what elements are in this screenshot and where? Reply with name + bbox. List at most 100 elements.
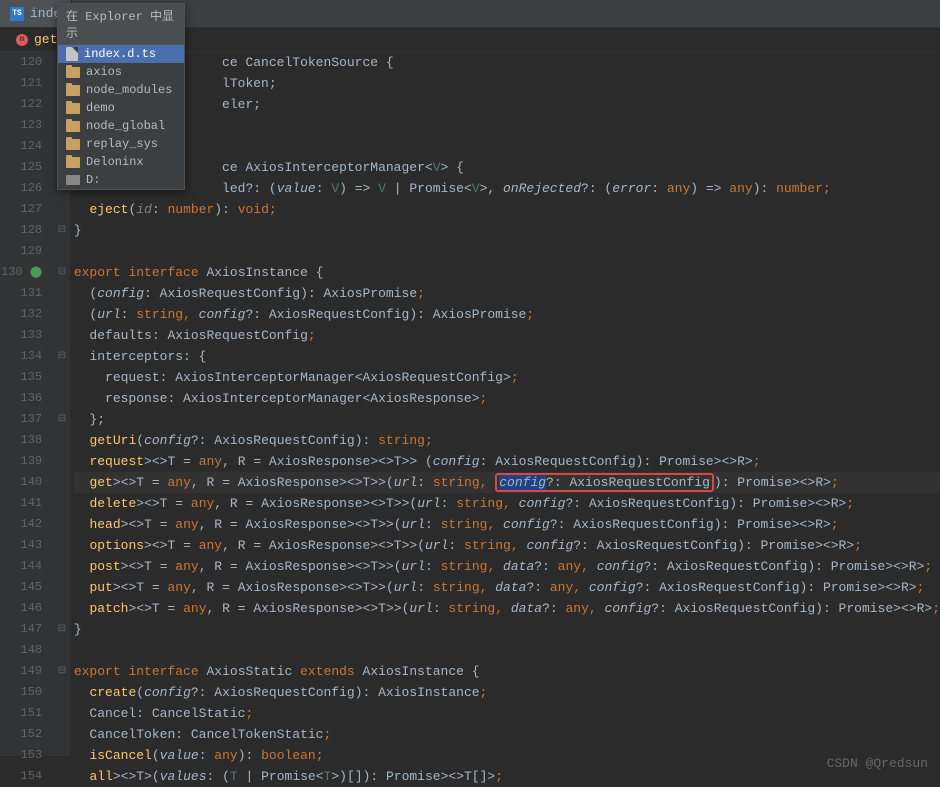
fold-handle <box>54 682 70 703</box>
code-line[interactable]: }; <box>74 409 940 430</box>
code-line[interactable]: (config: AxiosRequestConfig): AxiosPromi… <box>74 283 940 304</box>
line-number: 124 <box>0 136 42 157</box>
context-menu-label: demo <box>86 101 115 115</box>
context-menu-item[interactable]: node_global <box>58 117 184 135</box>
code-line[interactable]: request: AxiosInterceptorManager<AxiosRe… <box>74 367 940 388</box>
fold-handle[interactable]: ⊟ <box>54 661 70 682</box>
code-line[interactable]: } <box>74 619 940 640</box>
code-line[interactable]: interceptors: { <box>74 346 940 367</box>
context-menu-item[interactable]: node_modules <box>58 81 184 99</box>
context-menu-item[interactable]: replay_sys <box>58 135 184 153</box>
fold-handle[interactable]: ⊟ <box>54 262 70 283</box>
line-number: 131 <box>0 283 42 304</box>
code-line[interactable] <box>74 136 940 157</box>
fold-handle <box>54 493 70 514</box>
code-line[interactable]: isCancel(value: any): boolean; <box>74 745 940 766</box>
explorer-context-menu[interactable]: 在 Explorer 中显示 index.d.ts axios node_modul… <box>57 3 185 190</box>
code-line[interactable] <box>74 241 940 262</box>
fold-handle <box>54 430 70 451</box>
line-number: 148 <box>0 640 42 661</box>
watermark: CSDN @Qredsun <box>827 756 928 771</box>
fold-handle <box>54 472 70 493</box>
method-icon: m <box>16 34 28 46</box>
fold-handle <box>54 745 70 766</box>
context-menu-label: index.d.ts <box>84 47 156 61</box>
fold-handle[interactable]: ⊟ <box>54 619 70 640</box>
fold-handle <box>54 241 70 262</box>
line-number: 146 <box>0 598 42 619</box>
folder-icon <box>66 121 80 132</box>
fold-handle <box>54 766 70 787</box>
context-menu-label: axios <box>86 65 122 79</box>
code-line[interactable]: (url: string, config?: AxiosRequestConfi… <box>74 304 940 325</box>
code-line[interactable]: response: AxiosInterceptorManager<AxiosR… <box>74 388 940 409</box>
code-line[interactable]: put><>T = any, R = AxiosResponse><>T>>(u… <box>74 577 940 598</box>
line-number: 120 <box>0 52 42 73</box>
code-line[interactable]: lToken; <box>74 73 940 94</box>
file-icon <box>66 47 78 61</box>
code-line[interactable]: ce CancelTokenSource { <box>74 52 940 73</box>
context-menu-item[interactable]: axios <box>58 63 184 81</box>
line-number: 138 <box>0 430 42 451</box>
line-number: 129 <box>0 241 42 262</box>
line-number: 137 <box>0 409 42 430</box>
code-line[interactable]: led?: (value: V) => V | Promise<V>, onRe… <box>74 178 940 199</box>
context-menu-header: 在 Explorer 中显示 <box>58 4 184 45</box>
line-number: 145 <box>0 577 42 598</box>
code-line[interactable]: } <box>74 220 940 241</box>
code-line[interactable]: ce AxiosInterceptorManager<V> { <box>74 157 940 178</box>
fold-handle <box>54 724 70 745</box>
code-line[interactable]: export interface AxiosStatic extends Axi… <box>74 661 940 682</box>
code-line[interactable]: getUri(config?: AxiosRequestConfig): str… <box>74 430 940 451</box>
context-menu-item[interactable]: D: <box>58 171 184 189</box>
context-menu-item[interactable]: index.d.ts <box>58 45 184 63</box>
code-line[interactable]: all><>T>(values: (T | Promise<T>)[]): Pr… <box>74 766 940 787</box>
fold-handle <box>54 304 70 325</box>
fold-handle[interactable]: ⊟ <box>54 346 70 367</box>
code-area[interactable]: ce CancelTokenSource { lToken; eler; ce … <box>70 52 940 756</box>
folder-icon <box>66 103 80 114</box>
folder-icon <box>66 85 80 96</box>
code-line[interactable] <box>74 115 940 136</box>
context-menu-item[interactable]: Deloninx <box>58 153 184 171</box>
context-menu-label: D: <box>86 173 100 187</box>
fold-handle[interactable]: ⊟ <box>54 409 70 430</box>
line-number: 144 <box>0 556 42 577</box>
folder-icon <box>66 139 80 150</box>
line-number: 128 <box>0 220 42 241</box>
drive-icon <box>66 175 80 185</box>
code-line[interactable] <box>74 640 940 661</box>
code-line[interactable]: patch><>T = any, R = AxiosResponse><>T>>… <box>74 598 940 619</box>
code-line[interactable]: options><>T = any, R = AxiosResponse><>T… <box>74 535 940 556</box>
code-line[interactable]: export interface AxiosInstance { <box>74 262 940 283</box>
code-line[interactable]: post><>T = any, R = AxiosResponse><>T>>(… <box>74 556 940 577</box>
code-line[interactable]: get><>T = any, R = AxiosResponse><>T>>(u… <box>74 472 940 493</box>
line-number: 140 <box>0 472 42 493</box>
line-number: 135 <box>0 367 42 388</box>
code-line[interactable]: CancelToken: CancelTokenStatic; <box>74 724 940 745</box>
line-number: 121 <box>0 73 42 94</box>
context-menu-label: node_global <box>86 119 165 133</box>
code-line[interactable]: delete><>T = any, R = AxiosResponse><>T>… <box>74 493 940 514</box>
fold-handle <box>54 199 70 220</box>
code-line[interactable]: eject(id: number): void; <box>74 199 940 220</box>
fold-handle <box>54 535 70 556</box>
code-line[interactable]: defaults: AxiosRequestConfig; <box>74 325 940 346</box>
context-menu-label: Deloninx <box>86 155 144 169</box>
code-line[interactable]: head><>T = any, R = AxiosResponse><>T>>(… <box>74 514 940 535</box>
code-line[interactable]: Cancel: CancelStatic; <box>74 703 940 724</box>
fold-handle[interactable]: ⊟ <box>54 220 70 241</box>
context-menu-item[interactable]: demo <box>58 99 184 117</box>
line-number: 142 <box>0 514 42 535</box>
fold-handle <box>54 577 70 598</box>
typescript-icon: TS <box>10 7 24 21</box>
code-line[interactable]: create(config?: AxiosRequestConfig): Axi… <box>74 682 940 703</box>
line-number: 125 <box>0 157 42 178</box>
line-number: 147 <box>0 619 42 640</box>
fold-handle <box>54 367 70 388</box>
code-line[interactable]: request><>T = any, R = AxiosResponse><>T… <box>74 451 940 472</box>
line-number: 150 <box>0 682 42 703</box>
line-number: 126 <box>0 178 42 199</box>
line-number: 154 <box>0 766 42 787</box>
code-line[interactable]: eler; <box>74 94 940 115</box>
